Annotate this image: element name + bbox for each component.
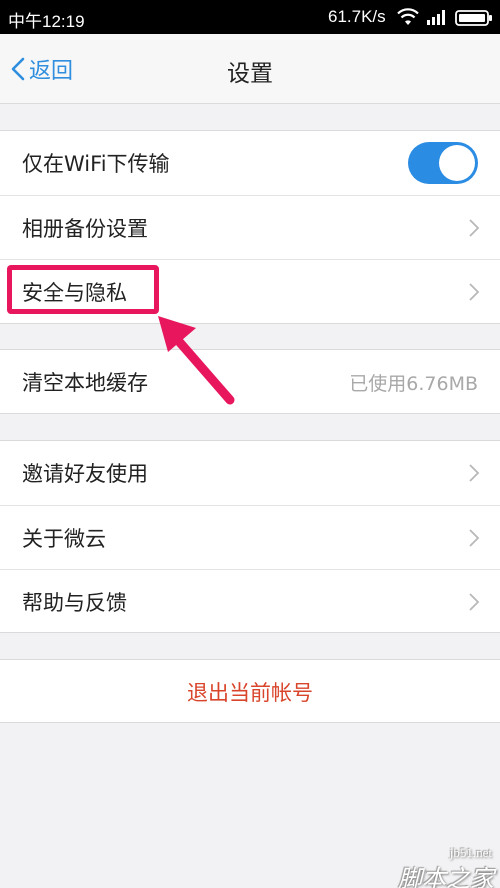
about-label: 关于微云 bbox=[22, 527, 106, 551]
row-wifi-only: 仅在WiFi下传输 bbox=[0, 131, 500, 195]
logout-button[interactable]: 退出当前帐号 bbox=[0, 660, 500, 724]
chevron-right-icon bbox=[469, 464, 480, 482]
highlight-box bbox=[7, 265, 159, 314]
network-speed: 61.7K/s bbox=[328, 7, 386, 26]
row-album-backup[interactable]: 相册备份设置 bbox=[0, 196, 500, 260]
invite-friends-label: 邀请好友使用 bbox=[22, 462, 148, 486]
signal-icon bbox=[427, 10, 445, 25]
row-help-feedback[interactable]: 帮助与反馈 bbox=[0, 570, 500, 634]
chevron-right-icon bbox=[469, 593, 480, 611]
page-title: 设置 bbox=[227, 61, 273, 87]
chevron-right-icon bbox=[469, 283, 480, 301]
album-backup-label: 相册备份设置 bbox=[22, 217, 148, 241]
nav-bar: 返回 设置 bbox=[0, 34, 500, 104]
clear-cache-label: 清空本地缓存 bbox=[22, 371, 148, 395]
arrow-annotation-icon bbox=[158, 316, 235, 405]
row-clear-cache[interactable]: 清空本地缓存 已使用6.76MB bbox=[0, 350, 500, 414]
wifi-icon bbox=[397, 8, 419, 25]
settings-group-about: 邀请好友使用 关于微云 帮助与反馈 bbox=[0, 440, 500, 633]
wifi-only-label: 仅在WiFi下传输 bbox=[22, 152, 170, 176]
chevron-right-icon bbox=[469, 219, 480, 237]
watermark-name: 脚本之家 bbox=[398, 867, 494, 888]
battery-icon bbox=[455, 10, 492, 26]
logout-label: 退出当前帐号 bbox=[187, 681, 313, 705]
toggle-knob bbox=[439, 145, 475, 181]
chevron-right-icon bbox=[469, 529, 480, 547]
row-invite-friends[interactable]: 邀请好友使用 bbox=[0, 441, 500, 505]
settings-group-cache: 清空本地缓存 已使用6.76MB bbox=[0, 349, 500, 414]
logout-group: 退出当前帐号 bbox=[0, 659, 500, 723]
cache-usage-value: 已使用6.76MB bbox=[349, 372, 478, 395]
status-bar: 中午12:19 61.7K/s bbox=[0, 0, 500, 34]
wifi-only-toggle[interactable] bbox=[408, 142, 478, 184]
help-feedback-label: 帮助与反馈 bbox=[22, 591, 127, 615]
status-time: 中午12:19 bbox=[8, 12, 85, 31]
row-about[interactable]: 关于微云 bbox=[0, 506, 500, 570]
